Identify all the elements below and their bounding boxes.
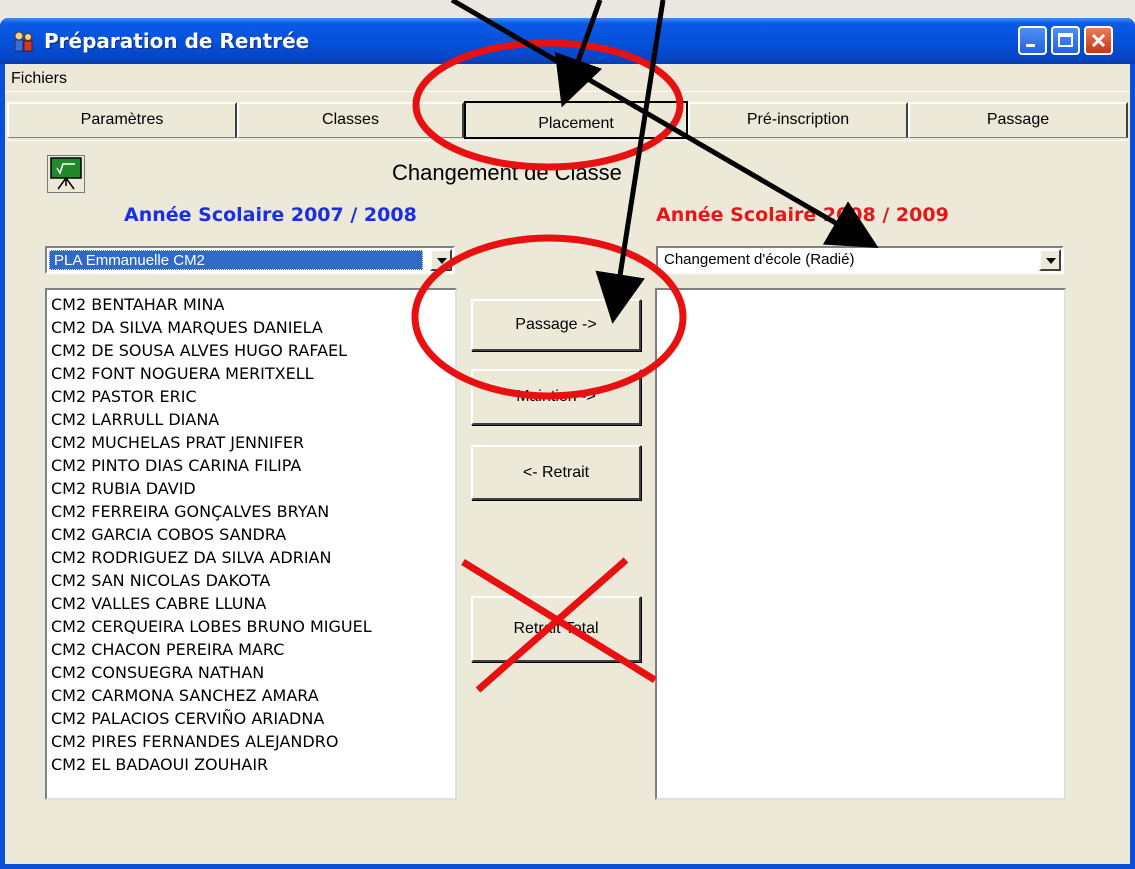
source-year-label: Année Scolaire 2007 / 2008 bbox=[124, 204, 417, 226]
tab-parametres[interactable]: Paramètres bbox=[7, 102, 237, 138]
tab-classes[interactable]: Classes bbox=[237, 102, 464, 138]
student-list-item[interactable]: CM2 VALLES CABRE LLUNA bbox=[47, 592, 455, 615]
tab-passage[interactable]: Passage bbox=[908, 102, 1128, 138]
triangle-down-icon bbox=[1046, 258, 1056, 264]
close-button[interactable] bbox=[1084, 26, 1113, 55]
tab-pre-inscription[interactable]: Pré-inscription bbox=[688, 102, 908, 138]
window-title: Préparation de Rentrée bbox=[44, 29, 310, 53]
student-list-item[interactable]: CM2 CONSUEGRA NATHAN bbox=[47, 661, 455, 684]
student-list-item[interactable]: CM2 RODRIGUEZ DA SILVA ADRIAN bbox=[47, 546, 455, 569]
student-list-item[interactable]: CM2 FERREIRA GONÇALVES BRYAN bbox=[47, 500, 455, 523]
source-class-value: PLA Emmanuelle CM2 bbox=[49, 250, 423, 270]
retrait-button[interactable]: <- Retrait bbox=[471, 445, 641, 500]
dropdown-arrow-button[interactable] bbox=[430, 249, 452, 271]
maximize-button[interactable] bbox=[1051, 26, 1080, 55]
student-list-item[interactable]: CM2 CARMONA SANCHEZ AMARA bbox=[47, 684, 455, 707]
student-list-item[interactable]: CM2 PIRES FERNANDES ALEJANDRO bbox=[47, 730, 455, 753]
tab-placement[interactable]: Placement bbox=[464, 101, 688, 139]
student-list-item[interactable]: CM2 EL BADAOUI ZOUHAIR bbox=[47, 753, 455, 776]
menu-fichiers[interactable]: Fichiers bbox=[11, 70, 67, 88]
people-icon bbox=[12, 30, 36, 52]
maximize-icon bbox=[1058, 33, 1073, 47]
background-toolbar-strip bbox=[0, 0, 1135, 20]
student-list-item[interactable]: CM2 DE SOUSA ALVES HUGO RAFAEL bbox=[47, 339, 455, 362]
target-year-label: Année Scolaire 2008 / 2009 bbox=[656, 204, 949, 226]
student-list-item[interactable]: CM2 SAN NICOLAS DAKOTA bbox=[47, 569, 455, 592]
tab-strip: Paramètres Classes Placement Pré-inscrip… bbox=[5, 101, 1130, 139]
student-list-item[interactable]: CM2 CHACON PEREIRA MARC bbox=[47, 638, 455, 661]
dropdown-arrow-button[interactable] bbox=[1039, 249, 1061, 271]
student-list-item[interactable]: CM2 PALACIOS CERVIÑO ARIADNA bbox=[47, 707, 455, 730]
minimize-icon bbox=[1026, 44, 1035, 47]
title-bar: Préparation de Rentrée bbox=[0, 18, 1135, 64]
source-class-select[interactable]: PLA Emmanuelle CM2 bbox=[45, 246, 455, 274]
destination-select[interactable]: Changement d'école (Radié) bbox=[656, 246, 1064, 274]
passage-button[interactable]: Passage -> bbox=[471, 299, 641, 351]
close-icon bbox=[1091, 33, 1106, 48]
page-heading: Changement de Classe bbox=[392, 160, 622, 185]
target-student-list[interactable] bbox=[655, 288, 1066, 800]
student-list-item[interactable]: CM2 MUCHELAS PRAT JENNIFER bbox=[47, 431, 455, 454]
student-list-item[interactable]: CM2 BENTAHAR MINA bbox=[47, 293, 455, 316]
student-list-item[interactable]: CM2 DA SILVA MARQUES DANIELA bbox=[47, 316, 455, 339]
student-list-item[interactable]: CM2 CERQUEIRA LOBES BRUNO MIGUEL bbox=[47, 615, 455, 638]
retrait-total-button[interactable]: Retrait Total bbox=[471, 596, 641, 662]
student-list-item[interactable]: CM2 PASTOR ERIC bbox=[47, 385, 455, 408]
student-list-item[interactable]: CM2 PINTO DIAS CARINA FILIPA bbox=[47, 454, 455, 477]
chalkboard-icon bbox=[47, 155, 85, 193]
student-list-item[interactable]: CM2 FONT NOGUERA MERITXELL bbox=[47, 362, 455, 385]
student-list-item[interactable]: CM2 LARRULL DIANA bbox=[47, 408, 455, 431]
student-list-item[interactable]: CM2 RUBIA DAVID bbox=[47, 477, 455, 500]
source-student-list[interactable]: CM2 BENTAHAR MINA CM2 DA SILVA MARQUES DA… bbox=[45, 288, 457, 800]
minimize-button[interactable] bbox=[1018, 26, 1047, 55]
student-list-item[interactable]: CM2 GARCIA COBOS SANDRA bbox=[47, 523, 455, 546]
maintien-button[interactable]: Maintien -> bbox=[471, 369, 641, 425]
triangle-down-icon bbox=[437, 258, 447, 264]
destination-value: Changement d'école (Radié) bbox=[664, 251, 855, 268]
menu-bar: Fichiers bbox=[5, 64, 1130, 92]
